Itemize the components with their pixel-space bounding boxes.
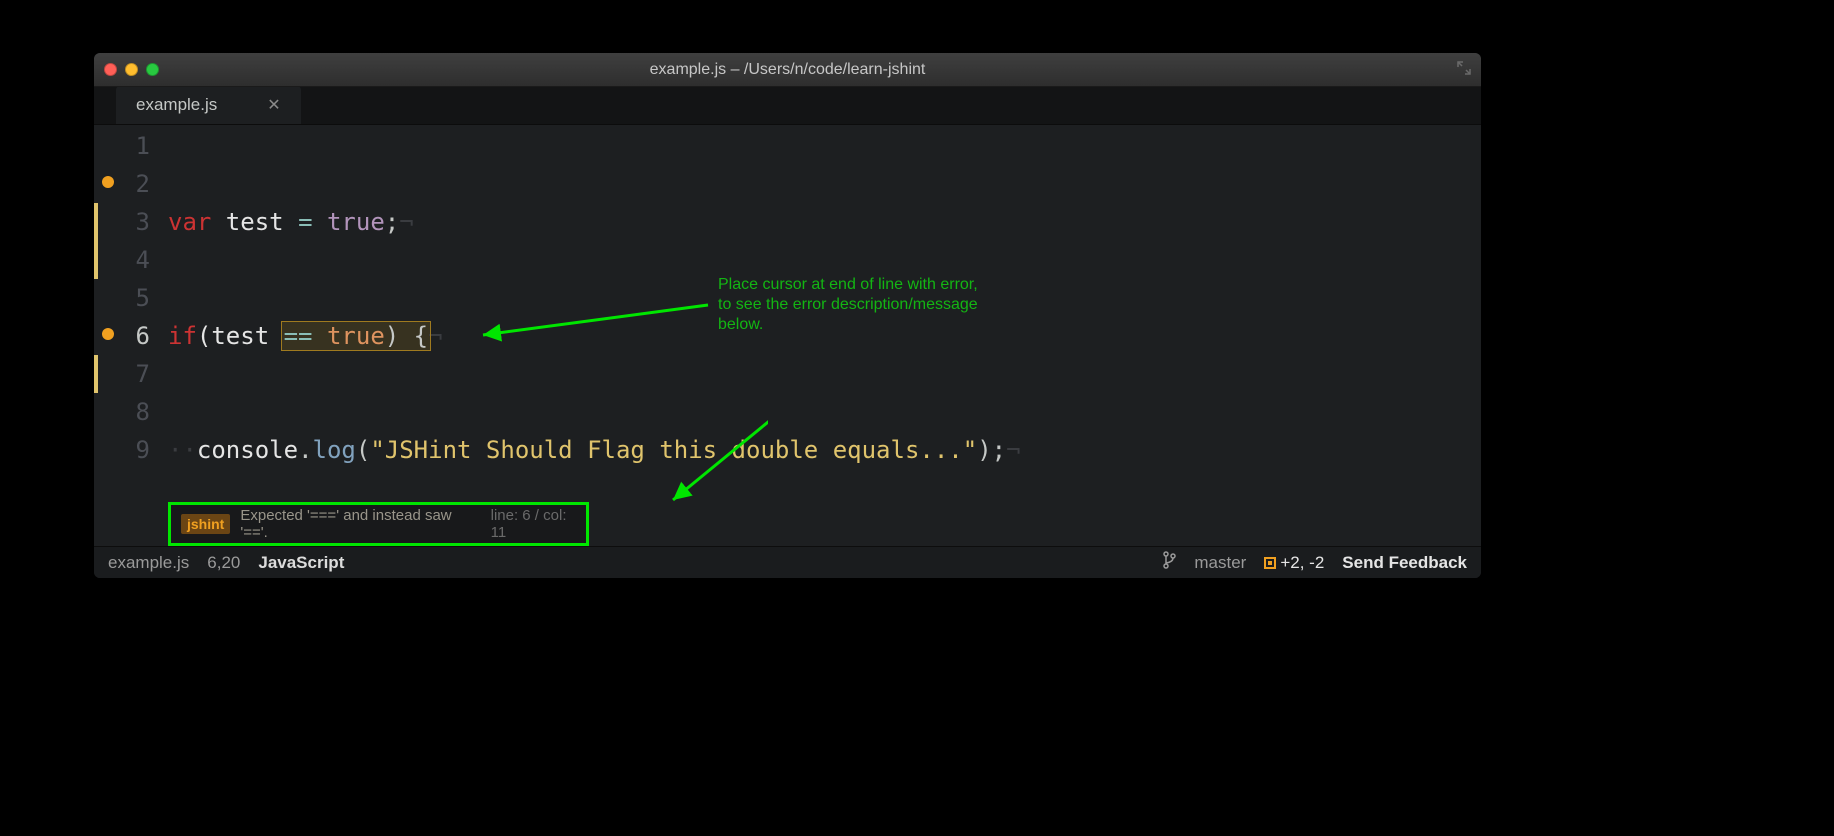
lint-tag: jshint [181, 514, 230, 534]
annotation-text: Place cursor at end of line with error, … [718, 275, 1038, 335]
line-number: 3 [94, 203, 150, 241]
lint-location: line: 6 / col: 11 [491, 507, 586, 541]
zoom-window-button[interactable] [146, 63, 159, 76]
lint-message-bar: jshint Expected '===' and instead saw '=… [168, 502, 589, 546]
close-window-button[interactable] [104, 63, 117, 76]
editor-window: example.js – /Users/n/code/learn-jshint … [94, 53, 1481, 578]
lint-message: Expected '===' and instead saw '=='. [240, 507, 482, 541]
status-language[interactable]: JavaScript [258, 553, 344, 573]
line-number: 2 [94, 165, 150, 203]
line-number: 5 [94, 279, 150, 317]
line-number: 1 [94, 127, 150, 165]
tab-bar: example.js ✕ [94, 87, 1481, 125]
tab-label: example.js [136, 95, 217, 115]
line-number: 6 [94, 317, 150, 355]
traffic-lights [104, 63, 159, 76]
status-cursor-position: 6,20 [207, 553, 240, 573]
annotation-arrow-icon [168, 125, 768, 502]
send-feedback-button[interactable]: Send Feedback [1342, 553, 1467, 573]
status-git-branch[interactable]: master [1194, 553, 1246, 573]
status-file: example.js [108, 553, 189, 573]
window-title: example.js – /Users/n/code/learn-jshint [94, 61, 1481, 79]
status-git-diff[interactable]: +2, -2 [1264, 553, 1324, 573]
line-number: 4 [94, 241, 150, 279]
line-number: 8 [94, 393, 150, 431]
line-number: 9 [94, 431, 150, 469]
status-bar: example.js 6,20 JavaScript master +2, -2… [94, 546, 1481, 578]
fullscreen-icon[interactable] [1457, 61, 1471, 78]
line-number-gutter: 1 2 3 4 5 6 7 8 9 [94, 125, 168, 502]
titlebar: example.js – /Users/n/code/learn-jshint [94, 53, 1481, 87]
close-tab-icon[interactable]: ✕ [267, 95, 280, 115]
tab-example-js[interactable]: example.js ✕ [116, 86, 301, 124]
code-area[interactable]: var test = true;¬ if(test == true) {¬ ··… [168, 125, 1180, 502]
minimize-window-button[interactable] [125, 63, 138, 76]
git-branch-icon [1162, 551, 1176, 574]
diff-box-icon [1264, 557, 1276, 569]
line-number: 7 [94, 355, 150, 393]
code-editor[interactable]: 1 2 3 4 5 6 7 8 9 var test = true;¬ if(t… [94, 125, 1481, 502]
